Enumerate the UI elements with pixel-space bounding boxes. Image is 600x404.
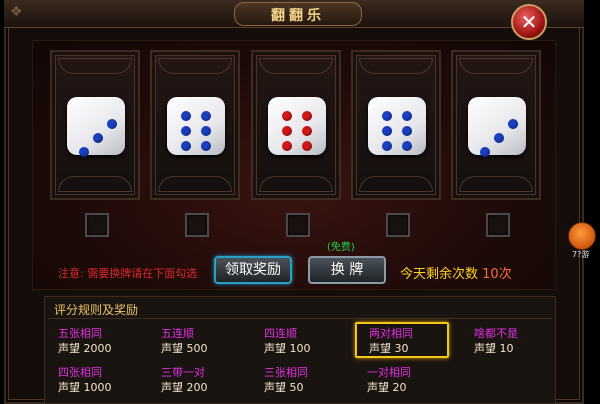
die-pip <box>282 141 292 151</box>
die-pip <box>181 126 191 136</box>
die-pip <box>480 147 490 157</box>
rule-reward: 声望 30 <box>369 342 409 355</box>
rule-name: 两对相同 <box>369 327 413 340</box>
change-checkbox[interactable] <box>386 213 410 237</box>
die-pip <box>402 126 412 136</box>
dice-card[interactable] <box>251 50 341 200</box>
die-pip <box>382 141 392 151</box>
rule-reward: 声望 2000 <box>58 342 112 355</box>
die-pip <box>201 141 211 151</box>
die-pip <box>302 126 312 136</box>
rule-name: 四连顺 <box>264 327 297 340</box>
die-pip <box>79 147 89 157</box>
die-pip <box>402 141 412 151</box>
rule-reward: 声望 100 <box>264 342 311 355</box>
die-pip <box>181 141 191 151</box>
rule-name: 三带一对 <box>161 366 205 379</box>
dice-card[interactable] <box>150 50 240 200</box>
rule-reward: 声望 10 <box>474 342 514 355</box>
rule-item: 两对相同声望 30 <box>355 322 449 358</box>
window-title: 翻翻乐 <box>271 8 325 24</box>
free-label: (免费) <box>327 242 355 253</box>
dice-card[interactable] <box>351 50 441 200</box>
remaining-count: 今天剩余次数 10次 <box>400 263 512 282</box>
rule-reward: 声望 500 <box>161 342 208 355</box>
rule-item: 三带一对声望 200 <box>161 365 261 395</box>
change-card-button[interactable]: 换 牌 <box>308 256 386 284</box>
die-pip <box>302 141 312 151</box>
rule-name: 啥都不是 <box>474 327 518 340</box>
change-checkbox[interactable] <box>185 213 209 237</box>
die-pip <box>93 133 103 143</box>
die <box>368 97 426 155</box>
die-pip <box>302 111 312 121</box>
rule-item: 四连顺声望 100 <box>264 326 364 356</box>
die <box>468 97 526 157</box>
change-checkbox[interactable] <box>486 213 510 237</box>
rule-reward: 声望 50 <box>264 381 304 394</box>
remaining-label: 今天剩余次数 <box>400 267 479 282</box>
dice-card[interactable] <box>451 50 541 200</box>
claim-reward-button[interactable]: 领取奖励 <box>214 256 292 284</box>
remaining-number: 10次 <box>482 267 512 282</box>
rule-item: 四张相同声望 1000 <box>58 365 158 395</box>
die <box>167 97 225 155</box>
rule-item: 五连顺声望 500 <box>161 326 261 356</box>
die-pip <box>402 111 412 121</box>
mascot-icon[interactable] <box>568 222 596 250</box>
die-pip <box>107 119 117 129</box>
rule-item: 五张相同声望 2000 <box>58 326 158 356</box>
die-pip <box>494 133 504 143</box>
die-pip <box>282 126 292 136</box>
rule-name: 三张相同 <box>264 366 308 379</box>
die <box>268 97 326 155</box>
rule-item: 三张相同声望 50 <box>264 365 364 395</box>
close-button[interactable]: ✕ <box>511 4 547 40</box>
die-pip <box>201 111 211 121</box>
rule-name: 五连顺 <box>161 327 194 340</box>
die <box>67 97 125 157</box>
die-pip <box>508 119 518 129</box>
change-checkbox[interactable] <box>85 213 109 237</box>
dice-card[interactable] <box>50 50 140 200</box>
rules-title: 评分规则及奖励 <box>54 303 139 317</box>
die-pip <box>382 111 392 121</box>
corner-ornament-left: ❖ <box>10 4 23 20</box>
rule-item: 啥都不是声望 10 <box>474 326 574 356</box>
rule-item: 一对相同声望 20 <box>367 365 467 395</box>
mascot-label: 7?游 <box>572 250 590 259</box>
die-pip <box>382 126 392 136</box>
rule-reward: 声望 1000 <box>58 381 112 394</box>
rule-name: 五张相同 <box>58 327 102 340</box>
close-icon: ✕ <box>520 10 538 34</box>
die-pip <box>181 111 191 121</box>
rule-reward: 声望 200 <box>161 381 208 394</box>
change-notice: 注意: 需要换牌请在下面勾选 <box>58 267 198 280</box>
rule-name: 一对相同 <box>367 366 411 379</box>
rules-divider <box>48 318 552 319</box>
change-checkbox[interactable] <box>286 213 310 237</box>
rule-reward: 声望 20 <box>367 381 407 394</box>
die-pip <box>282 111 292 121</box>
die-pip <box>201 126 211 136</box>
rule-name: 四张相同 <box>58 366 102 379</box>
